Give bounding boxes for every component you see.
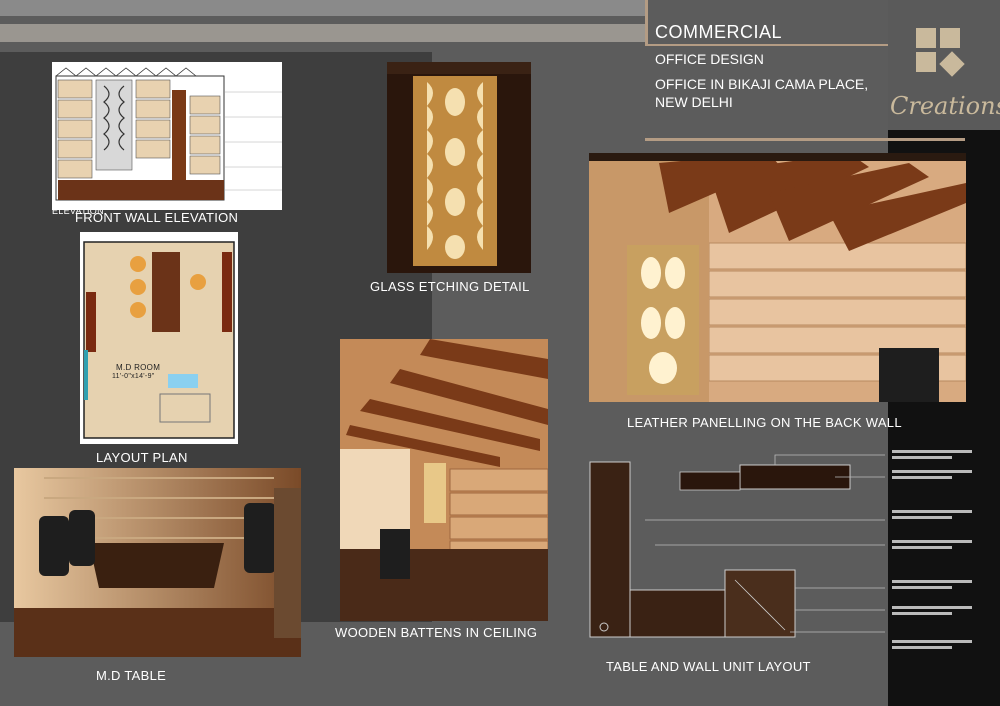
md-table-photo xyxy=(14,468,301,657)
room-name-label: M.D ROOM xyxy=(116,363,161,372)
caption-wooden-battens: WOODEN BATTENS IN CEILING xyxy=(335,625,538,640)
caption-glass-etching: GLASS ETCHING DETAIL xyxy=(370,279,530,294)
annotation-notes xyxy=(892,450,972,649)
front-wall-elevation-drawing xyxy=(52,62,282,210)
glass-etching-photo xyxy=(387,62,531,273)
location-line-1: OFFICE IN BIKAJI CAMA PLACE, xyxy=(655,76,869,92)
location: OFFICE IN BIKAJI CAMA PLACE, NEW DELHI xyxy=(655,75,868,111)
location-line-2: NEW DELHI xyxy=(655,94,733,110)
caption-front-wall: FRONT WALL ELEVATION xyxy=(75,210,239,225)
page-title: COMMERCIAL xyxy=(655,22,783,42)
brand-name: Creations xyxy=(890,92,1000,120)
title-underline xyxy=(645,138,965,141)
title-vertical-rule xyxy=(645,0,648,46)
caption-md-table: M.D TABLE xyxy=(96,668,167,683)
title-rule xyxy=(645,44,888,46)
table-wall-unit-drawing xyxy=(589,454,885,638)
brand-logo-icon xyxy=(916,28,965,77)
page-subtitle: OFFICE DESIGN xyxy=(655,51,764,67)
top-band-secondary xyxy=(0,24,645,42)
title-block: COMMERCIAL OFFICE DESIGN OFFICE IN BIKAJ… xyxy=(655,22,868,111)
leather-panelling-photo xyxy=(589,153,966,402)
caption-layout-plan: LAYOUT PLAN xyxy=(96,450,188,465)
top-band xyxy=(0,0,645,16)
caption-leather-panelling: LEATHER PANELLING ON THE BACK WALL xyxy=(627,415,902,430)
wooden-battens-photo xyxy=(340,339,548,621)
presentation-board: Creations COMMERCIAL OFFICE DESIGN OFFIC… xyxy=(0,0,1000,706)
caption-table-wall-unit: TABLE AND WALL UNIT LAYOUT xyxy=(606,659,811,674)
room-size-label: 11'-0"x14'-9" xyxy=(112,373,155,380)
layout-plan-drawing xyxy=(80,232,238,444)
